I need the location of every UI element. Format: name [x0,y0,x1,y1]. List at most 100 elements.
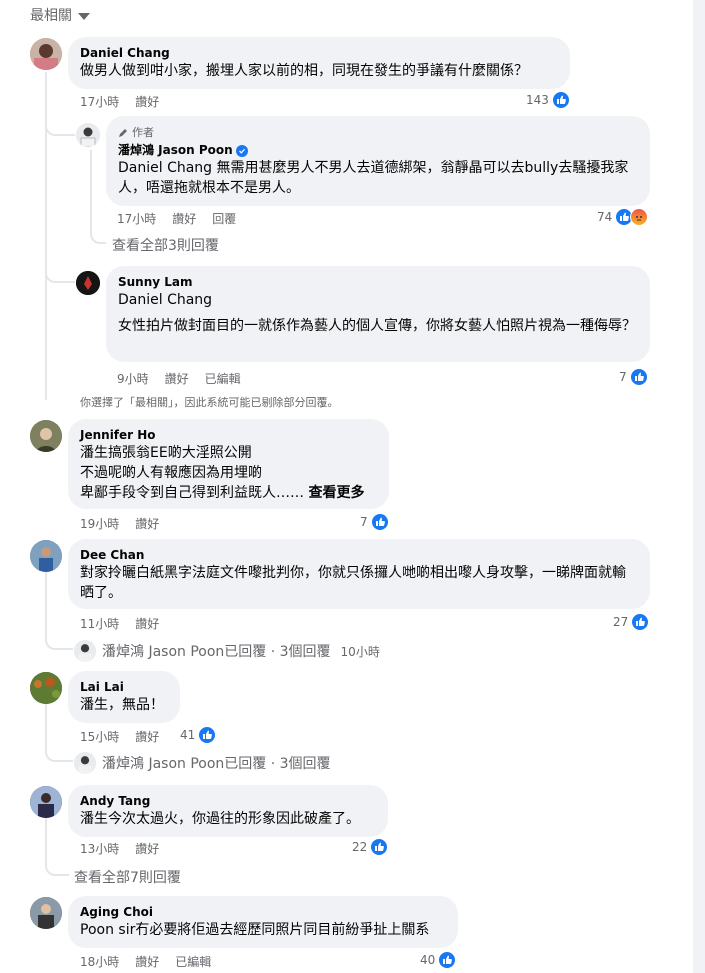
reaction-number: 7 [360,515,368,529]
like-button[interactable]: 讚好 [135,93,159,110]
replies-summary[interactable]: 潘焯鴻 Jason Poon已回覆 · 3個回覆 [74,752,331,774]
verified-icon [235,145,248,157]
view-replies-link[interactable]: 查看全部3則回覆 [112,235,219,255]
replies-summary[interactable]: 潘焯鴻 Jason Poon已回覆 · 3個回覆 10小時 [74,640,380,662]
comment-time[interactable]: 13小時 [80,840,119,857]
comment-actions: 19小時 讚好 [80,515,159,532]
avatar[interactable] [76,123,100,147]
avatar[interactable] [76,271,100,295]
like-button[interactable]: 讚好 [135,615,159,632]
comment-bubble: Daniel Chang 做男人做到咁小家，搬埋人家以前的相，同現在發生的爭議有… [68,37,570,89]
comment-author[interactable]: Daniel Chang [80,45,558,61]
reaction-count[interactable]: 143 [526,91,570,109]
reaction-number: 22 [352,840,368,854]
author-tag-label: 作者 [132,126,154,139]
like-button[interactable]: 讚好 [135,953,159,970]
thread-line [90,210,106,244]
reaction-number: 7 [619,370,627,384]
comment-author[interactable]: Jennifer Ho [80,427,377,443]
reaction-number: 41 [180,728,196,742]
comment-bubble: 作者 潘焯鴻 Jason Poon Daniel Chang 無需用甚麼男人不男… [106,116,650,206]
like-button[interactable]: 讚好 [135,728,159,745]
sort-dropdown[interactable]: 最相關 [30,5,90,25]
comment-author[interactable]: Andy Tang [80,793,376,809]
like-icon [370,838,389,856]
like-icon [370,513,389,531]
reaction-count[interactable]: 22 [352,838,389,856]
reaction-count[interactable]: 27 [613,613,650,631]
thread-line [45,245,75,283]
comment-actions: 13小時 讚好 [80,840,159,857]
comment-author[interactable]: Dee Chan [80,547,638,563]
avatar[interactable] [30,672,62,704]
thread-line [45,568,47,628]
scrollbar-track[interactable] [693,0,705,973]
like-icon [438,951,457,969]
comment-time[interactable]: 9小時 [117,370,149,387]
comment-actions: 9小時 讚好 已編輯 [117,370,241,387]
reaction-number: 74 [597,210,613,224]
view-replies-link[interactable]: 查看全部7則回覆 [74,867,181,887]
comment-time[interactable]: 17小時 [117,210,156,227]
comment-bubble: Lai Lai 潘生，無品！ [68,671,180,723]
angry-icon [630,208,649,226]
reaction-number: 40 [420,953,436,967]
avatar[interactable] [30,420,62,452]
comment-text: Daniel Chang 無需用甚麼男人不男人去道德綁架，翁靜晶可以去bully… [118,160,629,196]
avatar[interactable] [30,540,62,572]
like-icon [629,368,648,386]
avatar[interactable] [30,38,62,70]
reaction-count[interactable]: 7 [360,513,389,531]
like-icon [551,91,570,109]
replies-time: 10小時 [340,644,380,659]
comment-text: 做男人做到咁小家，搬埋人家以前的相，同現在發生的爭議有什麼關係？ [80,63,528,79]
mention-link[interactable]: Daniel Chang [118,290,638,310]
reaction-number: 27 [613,615,629,629]
thread-line [45,854,69,876]
like-button[interactable]: 讚好 [135,515,159,532]
reaction-count[interactable]: 41 [180,726,217,744]
like-icon [631,613,650,631]
reply-button[interactable]: 回覆 [212,210,236,227]
comment-time[interactable]: 19小時 [80,515,119,532]
like-icon [198,726,217,744]
comment-text-fragment: 卑鄙手段令到自己得到利益既人…… [80,485,304,501]
comment-text-line: 卑鄙手段令到自己得到利益既人…… 查看更多 [80,483,377,503]
pencil-icon [119,128,127,137]
comment-time[interactable]: 11小時 [80,615,119,632]
comment-bubble: Aging Choi Poon sir冇必要將佢過去經歷同照片同目前紛爭扯上關系 [68,896,458,948]
comment-text: 潘生今次太過火，你過往的形象因此破產了。 [80,811,360,827]
reaction-count[interactable]: 7 [619,368,648,386]
replies-summary-text: 潘焯鴻 Jason Poon已回覆 · 3個回覆 [102,644,331,660]
reaction-count[interactable]: 74 [597,208,649,226]
comment-time[interactable]: 17小時 [80,93,119,110]
comment-bubble: Dee Chan 對家拎曬白紙黑字法庭文件嚟批判你，你就只係攞人哋啲相出嚟人身攻… [68,539,650,609]
like-button[interactable]: 讚好 [172,210,196,227]
reaction-count[interactable]: 40 [420,951,457,969]
comment-author[interactable]: 潘焯鴻 Jason Poon [118,142,638,158]
see-more-link[interactable]: 查看更多 [308,485,364,501]
comment-text: 潘生，無品！ [80,697,164,713]
edited-label: 已編輯 [175,955,212,969]
comment-actions: 18小時 讚好 已編輯 [80,953,211,970]
filter-notice: 你選擇了「最相關」，因此系統可能已剔除部分回覆。 [80,396,339,409]
avatar[interactable] [30,786,62,818]
sort-label: 最相關 [30,8,72,24]
reaction-number: 143 [526,93,549,107]
comment-time[interactable]: 15小時 [80,728,119,745]
author-name[interactable]: 潘焯鴻 Jason Poon [118,143,233,157]
caret-down-icon [78,13,90,20]
comment-time[interactable]: 18小時 [80,953,119,970]
comment-text: 對家拎曬白紙黑字法庭文件嚟批判你，你就只係攞人哋啲相出嚟人身攻擊，一睇牌面就輸晒… [80,565,626,601]
comment-author[interactable]: Sunny Lam [118,274,638,290]
comment-actions: 11小時 讚好 [80,615,159,632]
comment-actions: 17小時 讚好 回覆 [117,210,236,227]
like-button[interactable]: 讚好 [135,840,159,857]
comment-author[interactable]: Lai Lai [80,679,168,695]
like-button[interactable]: 讚好 [165,370,189,387]
thread-line [45,628,73,650]
thread-line [45,100,75,136]
comment-author[interactable]: Aging Choi [80,904,446,920]
comment-bubble: Sunny Lam Daniel Chang 女性拍片做封面目的一就係作為藝人的… [106,266,650,362]
avatar[interactable] [30,897,62,929]
